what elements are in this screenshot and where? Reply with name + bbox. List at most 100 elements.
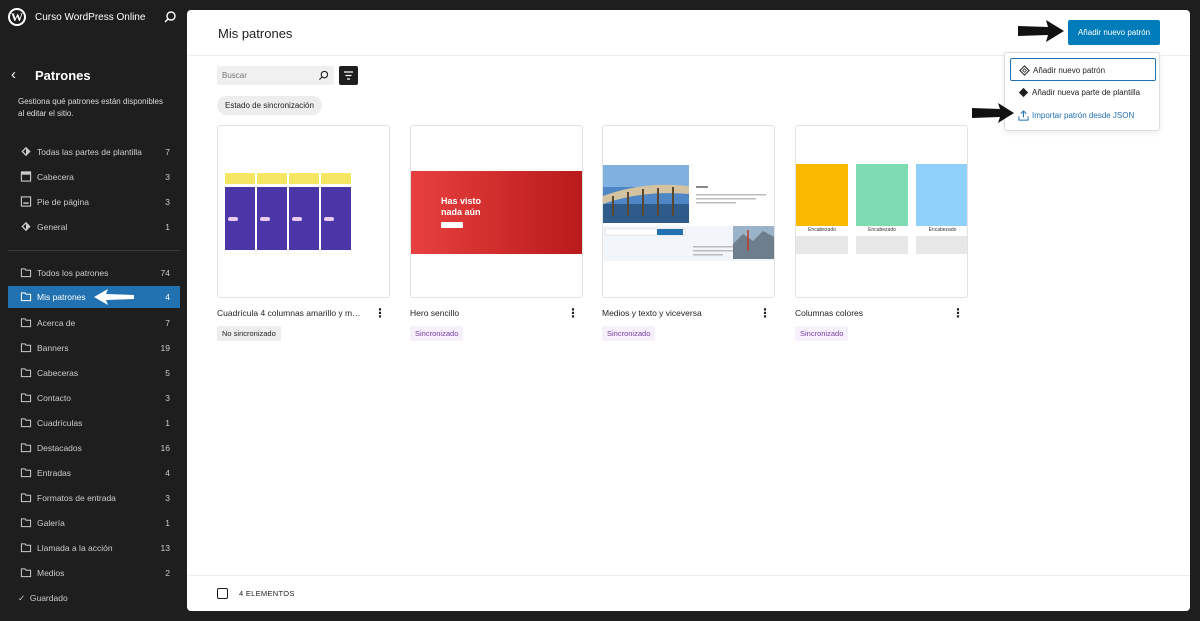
folder-icon (20, 292, 32, 302)
annotation-arrow-icon (972, 103, 1014, 123)
sidebar-item-banners[interactable]: Banners 19 (8, 337, 180, 359)
menu-item-label: Importar patrón desde JSON (1032, 111, 1135, 120)
sidebar-item-label: Cabecera (37, 172, 74, 182)
sidebar-item-count: 1 (165, 222, 170, 232)
column-caption: Encabezado (928, 227, 957, 233)
sidebar-item-media[interactable]: Medios 2 (8, 562, 180, 578)
select-all-checkbox[interactable] (217, 588, 228, 599)
filter-icon (344, 71, 353, 80)
sidebar-item-label: Galería (37, 518, 65, 528)
sidebar-item-count: 5 (165, 368, 170, 378)
menu-item-add-template-part[interactable]: Añadir nueva parte de plantilla (1010, 81, 1156, 104)
pattern-title[interactable]: Medios y texto y viceversa (602, 308, 750, 318)
sidebar-item-posts[interactable]: Entradas 4 (8, 462, 180, 484)
pattern-preview[interactable] (602, 125, 775, 298)
more-options-icon[interactable]: ⋮ (952, 306, 964, 320)
search-icon (318, 70, 329, 81)
menu-item-label: Añadir nuevo patrón (1033, 66, 1106, 75)
sidebar-item-count: 7 (165, 147, 170, 157)
pattern-title[interactable]: Hero sencillo (410, 308, 558, 318)
more-options-icon[interactable]: ⋮ (567, 306, 579, 320)
pattern-preview[interactable]: Has visto nada aún (410, 125, 583, 298)
sidebar: W Curso WordPress Online ‹ Patrones Gest… (0, 0, 187, 621)
folder-icon (20, 368, 32, 378)
diamond-icon (21, 221, 31, 232)
sidebar-divider (8, 250, 180, 251)
more-options-icon[interactable]: ⋮ (759, 306, 771, 320)
sidebar-item-label: Formatos de entrada (37, 493, 116, 503)
folder-icon (20, 418, 32, 428)
menu-item-label: Añadir nueva parte de plantilla (1032, 88, 1141, 97)
add-new-pattern-button[interactable]: Añadir nuevo patrón (1068, 20, 1160, 45)
sidebar-item-count: 3 (165, 393, 170, 403)
menu-item-add-pattern[interactable]: Añadir nuevo patrón (1010, 58, 1156, 81)
sidebar-item-label: Cabeceras (37, 368, 79, 378)
checkmark-icon: ✓ (18, 593, 26, 603)
filter-button[interactable] (339, 66, 358, 85)
sidebar-item-label: Destacados (37, 443, 82, 453)
pattern-title[interactable]: Cuadrícula 4 columnas amarillo y morado (217, 308, 365, 318)
site-header: W Curso WordPress Online (0, 0, 187, 36)
more-options-icon[interactable]: ⋮ (374, 306, 386, 320)
sidebar-item-post-formats[interactable]: Formatos de entrada 3 (8, 487, 180, 509)
color-column-preview (916, 164, 967, 226)
annotation-arrow-icon (94, 289, 134, 305)
sidebar-item-label: Cuadrículas (37, 418, 83, 428)
search-icon[interactable] (163, 10, 177, 24)
folder-icon (20, 493, 32, 503)
sidebar-item-grids[interactable]: Cuadrículas 1 (8, 412, 180, 434)
sync-status-badge: Sincronizado (795, 326, 849, 341)
sidebar-item-featured[interactable]: Destacados 16 (8, 437, 180, 459)
sidebar-item-count: 4 (165, 292, 170, 302)
sync-status-filter-chip[interactable]: Estado de sincronización (217, 96, 322, 115)
sidebar-item-count: 3 (165, 197, 170, 207)
sidebar-item-count: 16 (160, 443, 170, 453)
placeholder-block (916, 236, 967, 254)
pattern-title[interactable]: Columnas colores (795, 308, 943, 318)
sync-status-badge: No sincronizado (217, 326, 281, 341)
sidebar-item-call-to-action[interactable]: Llamada a la acción 13 (8, 537, 180, 559)
sidebar-item-all-template-parts[interactable]: Todas las partes de plantilla 7 (8, 141, 180, 163)
sidebar-item-contact[interactable]: Contacto 3 (8, 387, 180, 409)
header-layout-icon (20, 171, 32, 182)
sidebar-item-label: Entradas (37, 468, 72, 478)
sidebar-item-header[interactable]: Cabecera 3 (8, 166, 180, 188)
placeholder-block (796, 236, 848, 254)
item-count: 4 ELEMENTOS (239, 589, 295, 598)
pattern-preview[interactable]: Encabezado Encabezado Encabezado (795, 125, 968, 298)
pattern-preview[interactable] (217, 125, 390, 298)
sidebar-item-general[interactable]: General 1 (8, 216, 180, 238)
sidebar-item-label: Todas las partes de plantilla (37, 147, 142, 157)
folder-icon (20, 318, 32, 328)
menu-item-import-json[interactable]: Importar patrón desde JSON (1010, 104, 1156, 127)
sidebar-item-headers[interactable]: Cabeceras 5 (8, 362, 180, 384)
sidebar-item-count: 3 (165, 172, 170, 182)
color-column-preview (856, 164, 908, 226)
sidebar-item-label: Contacto (37, 393, 72, 403)
site-title[interactable]: Curso WordPress Online (35, 12, 145, 23)
sidebar-item-label: Acerca de (37, 318, 76, 328)
sidebar-item-gallery[interactable]: Galería 1 (8, 512, 180, 534)
sidebar-item-label: General (37, 222, 68, 232)
back-chevron-icon[interactable]: ‹ (11, 67, 25, 83)
save-status-label: Guardado (29, 593, 68, 603)
footer-layout-icon (20, 196, 32, 207)
sidebar-item-label: Banners (37, 343, 69, 353)
media-text-preview-image (603, 165, 774, 261)
search-input[interactable] (217, 66, 317, 85)
save-status: ✓ Guardado (18, 593, 68, 604)
pattern-icon (1019, 65, 1030, 76)
folder-icon (20, 518, 32, 528)
sidebar-title: Patrones (35, 68, 91, 83)
page-title: Mis patrones (218, 26, 293, 41)
wordpress-logo-icon[interactable]: W (8, 8, 26, 26)
search-field[interactable] (217, 66, 334, 85)
sidebar-item-footer[interactable]: Pie de página 3 (8, 191, 180, 213)
sidebar-item-count: 7 (165, 318, 170, 328)
sidebar-item-label: Medios (37, 568, 65, 578)
sidebar-item-about[interactable]: Acerca de 7 (8, 312, 180, 334)
sidebar-item-label: Todos los patrones (37, 268, 109, 278)
sidebar-item-all-patterns[interactable]: Todos los patrones 74 (8, 262, 180, 284)
sidebar-item-count: 2 (165, 568, 170, 578)
sidebar-item-count: 13 (160, 543, 170, 553)
